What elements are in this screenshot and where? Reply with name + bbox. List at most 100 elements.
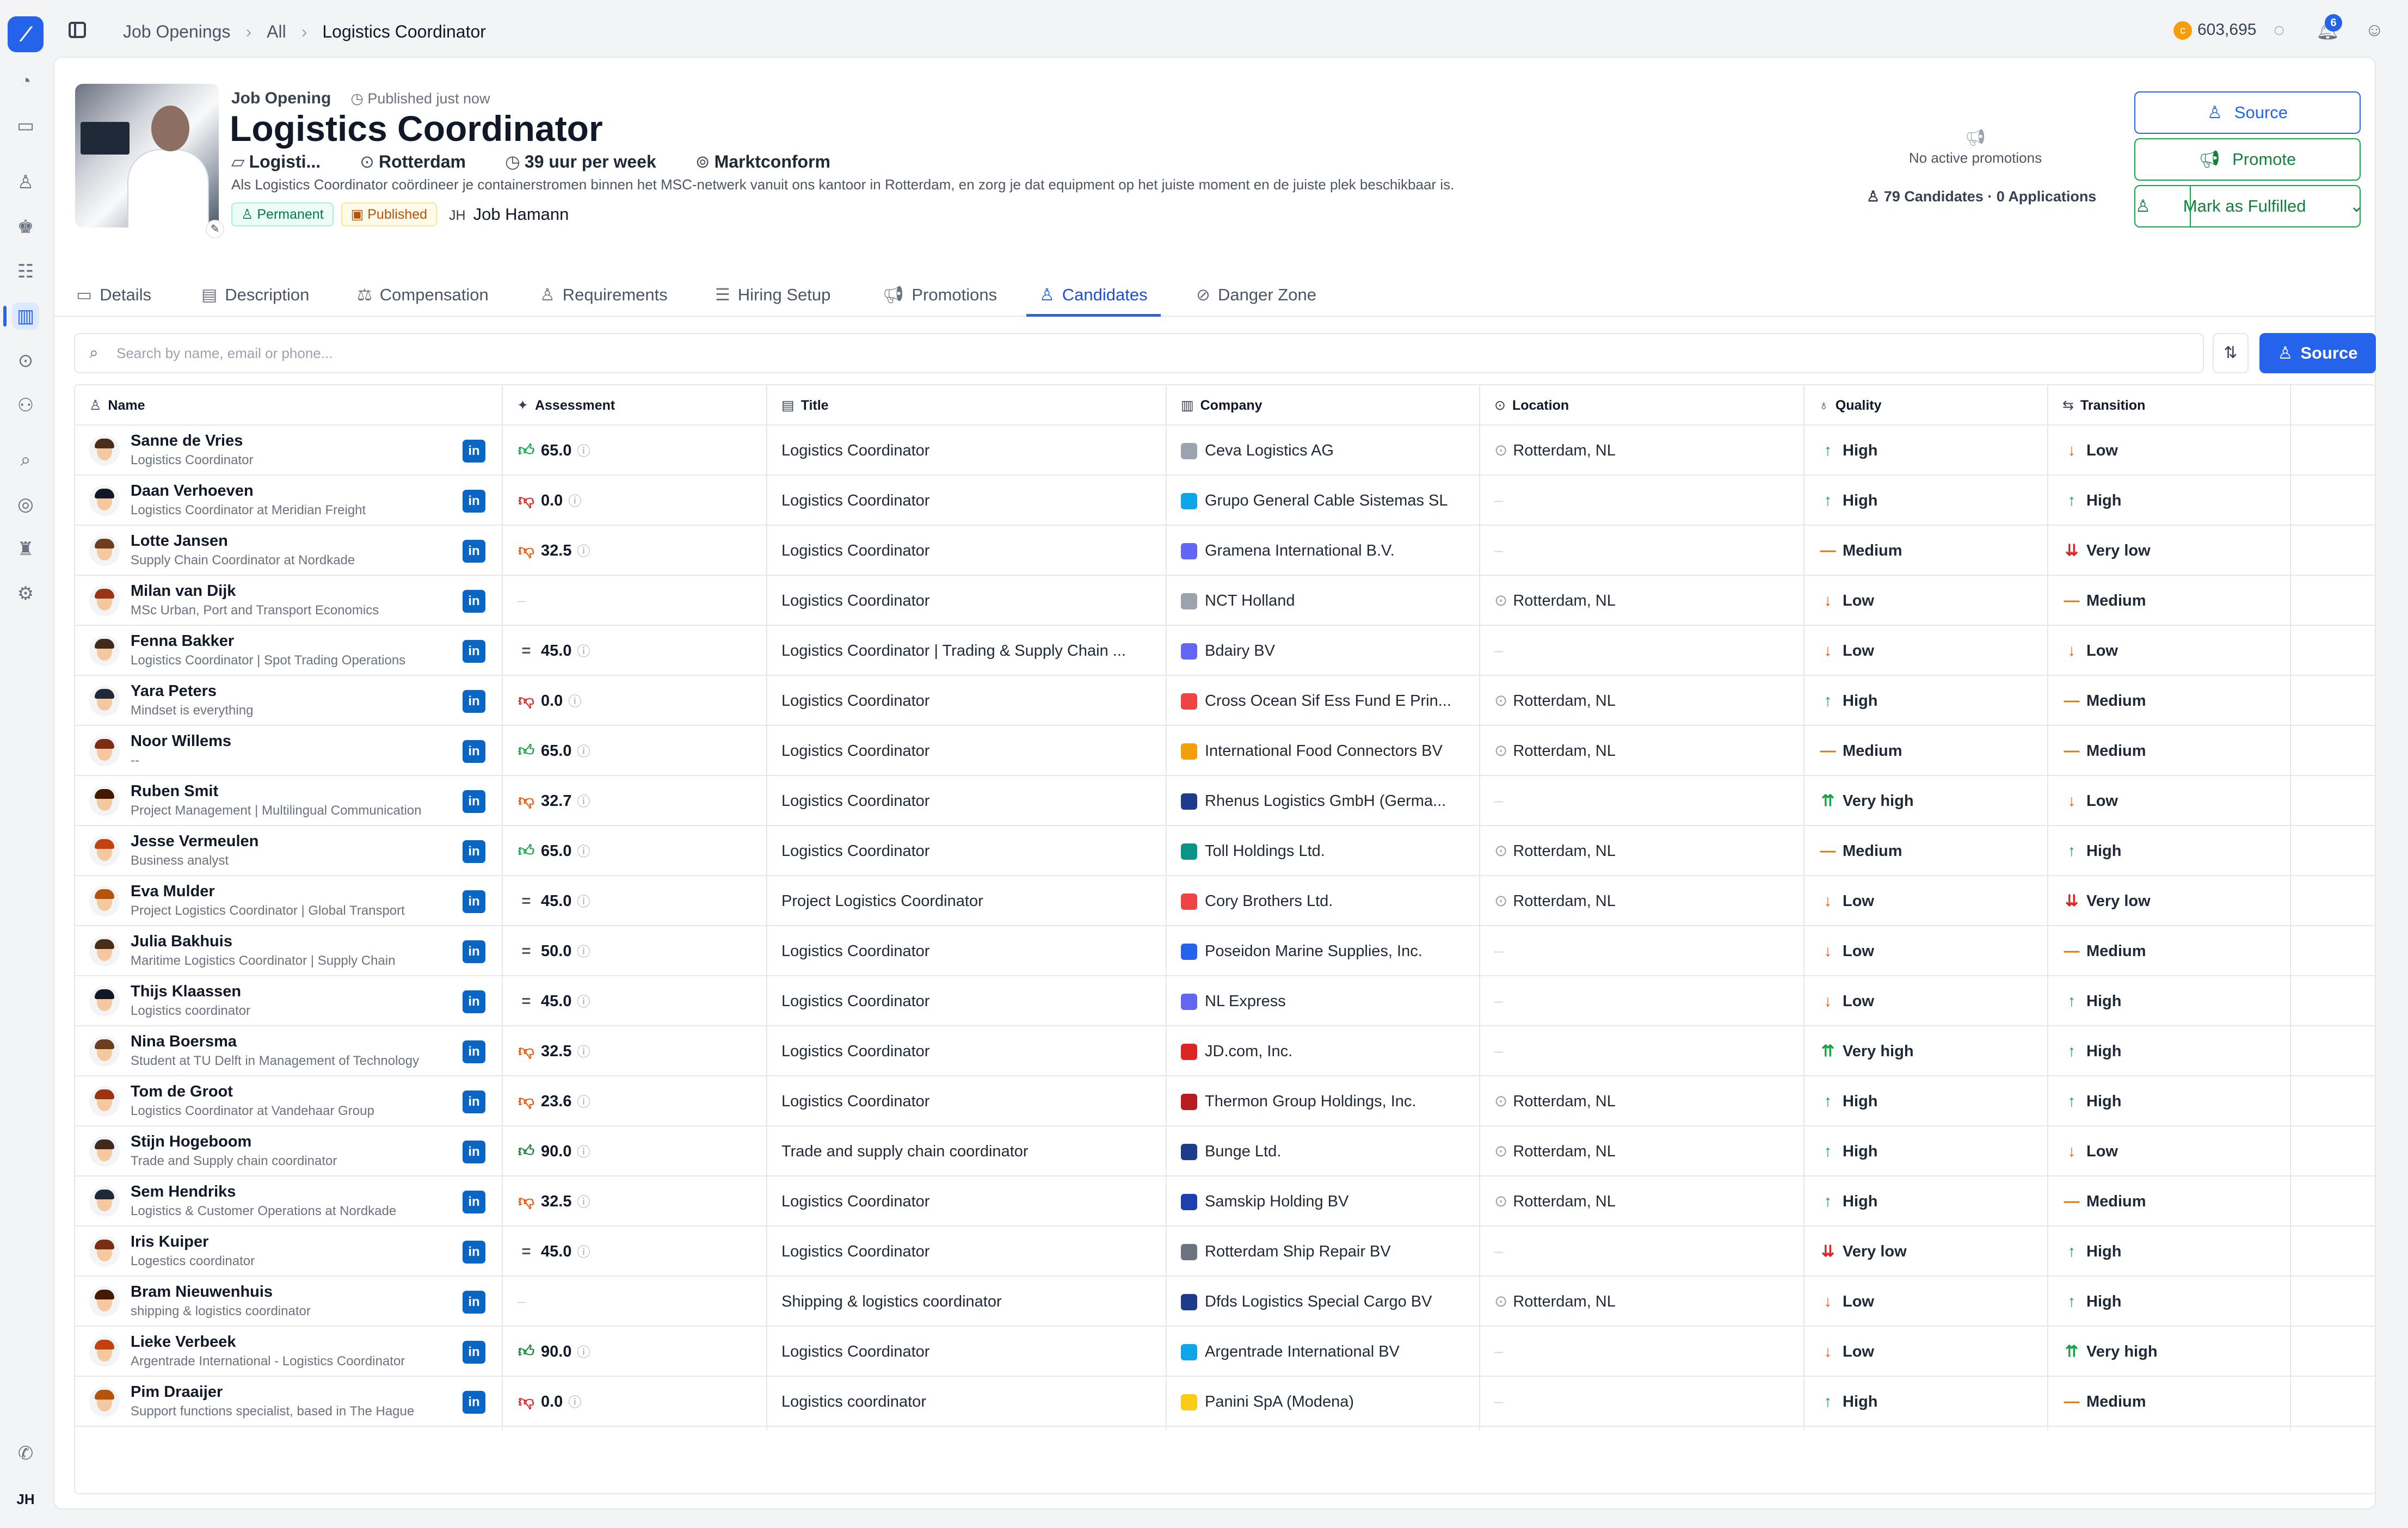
sidebar-toggle-icon[interactable] bbox=[69, 22, 86, 38]
tab-hiring-setup[interactable]: ☰ Hiring Setup bbox=[715, 273, 830, 317]
company-cell[interactable]: Thermon Group Holdings, Inc. bbox=[1181, 1076, 1475, 1126]
dashboard-icon[interactable]: ◔ bbox=[12, 67, 39, 95]
breadcrumb-job-openings[interactable]: Job Openings bbox=[123, 22, 230, 41]
promote-button[interactable]: 📢︎ Promote bbox=[2134, 138, 2361, 181]
linkedin-icon[interactable]: in bbox=[463, 890, 485, 913]
table-row[interactable]: Lieke Verbeek Argentrade International - … bbox=[75, 1327, 2375, 1377]
contacts-icon[interactable]: ☷ bbox=[12, 258, 39, 285]
name-cell[interactable]: Tom de Groot Logistics Coordinator at Van… bbox=[75, 1076, 502, 1126]
linkedin-icon[interactable]: in bbox=[463, 1040, 485, 1063]
assessment-cell[interactable]: 👎︎ 32.5 ⓘ bbox=[517, 526, 756, 576]
search-input[interactable]: ⌕ Search by name, email or phone... bbox=[74, 333, 2204, 373]
name-cell[interactable]: Sanne de Vries Logistics Coordinator in bbox=[75, 426, 502, 476]
job-owner[interactable]: JH Job Hamann bbox=[445, 205, 569, 224]
assessment-cell[interactable]: – bbox=[517, 576, 756, 626]
phone-icon[interactable]: ✆ bbox=[12, 1440, 39, 1467]
table-row[interactable]: Yara Peters Mindset is everything in 👎︎ 0.0 ⓘ… bbox=[75, 676, 2375, 726]
info-icon[interactable]: ⓘ bbox=[577, 1195, 590, 1210]
table-row[interactable]: Pim Draaijer Support functions specialist… bbox=[75, 1377, 2375, 1427]
candidate-name[interactable]: Sanne de Vries bbox=[131, 432, 243, 450]
header-assessment[interactable]: ✦ Assessment bbox=[503, 385, 615, 426]
table-row[interactable]: Fenna Bakker Logistics Coordinator | Spot… bbox=[75, 626, 2375, 676]
candidate-name[interactable]: Yara Peters bbox=[131, 682, 217, 700]
assessment-cell[interactable]: 👎︎ 0.0 ⓘ bbox=[517, 1377, 756, 1427]
table-row[interactable]: Jesse Vermeulen Business analyst in 👍︎ 65.0 ⓘ… bbox=[75, 826, 2375, 876]
candidate-name[interactable]: Sem Hendriks bbox=[131, 1183, 236, 1201]
table-row[interactable]: Bram Nieuwenhuis shipping & logistics coo… bbox=[75, 1277, 2375, 1327]
info-icon[interactable]: ⓘ bbox=[577, 744, 590, 759]
name-cell[interactable]: Lotte Jansen Supply Chain Coordinator at … bbox=[75, 526, 502, 576]
company-cell[interactable]: Poseidon Marine Supplies, Inc. bbox=[1181, 926, 1475, 976]
linkedin-icon[interactable]: in bbox=[463, 840, 485, 863]
company-cell[interactable]: Dfds Logistics Special Cargo BV bbox=[1181, 1277, 1475, 1327]
info-icon[interactable]: ⓘ bbox=[577, 1345, 590, 1360]
linkedin-icon[interactable]: in bbox=[463, 740, 485, 763]
assessment-cell[interactable]: = 45.0 ⓘ bbox=[517, 626, 756, 676]
table-row[interactable]: Iris Kuiper Logestics coordinator in = 45.0 ⓘ… bbox=[75, 1227, 2375, 1277]
candidate-name[interactable]: Milan van Dijk bbox=[131, 582, 236, 600]
candidate-name[interactable]: Ruben Smit bbox=[131, 783, 218, 800]
company-cell[interactable]: Panini SpA (Modena) bbox=[1181, 1377, 1475, 1427]
candidate-name[interactable]: Julia Bakhuis bbox=[131, 933, 232, 951]
name-cell[interactable]: Iris Kuiper Logestics coordinator in bbox=[75, 1227, 502, 1277]
name-cell[interactable]: Julia Bakhuis Maritime Logistics Coordina… bbox=[75, 926, 502, 976]
assessment-cell[interactable]: 👍︎ 90.0 ⓘ bbox=[517, 1126, 756, 1176]
linkedin-icon[interactable]: in bbox=[463, 1141, 485, 1163]
candidate-name[interactable]: Jesse Vermeulen bbox=[131, 833, 258, 851]
company-cell[interactable]: Grupo General Cable Sistemas SL bbox=[1181, 476, 1475, 526]
chevron-down-icon[interactable]: ⌄ bbox=[2349, 196, 2363, 215]
assessment-cell[interactable]: = 45.0 ⓘ bbox=[517, 876, 756, 926]
company-cell[interactable]: Cross Ocean Sif Ess Fund E Prin... bbox=[1181, 676, 1475, 726]
table-row[interactable]: Lotte Jansen Supply Chain Coordinator at … bbox=[75, 526, 2375, 576]
company-cell[interactable]: Samskip Holding BV bbox=[1181, 1176, 1475, 1227]
table-row[interactable]: Thijs Klaassen Logistics coordinator in = 45… bbox=[75, 976, 2375, 1026]
location-icon[interactable]: ⊙ bbox=[12, 347, 39, 374]
breadcrumb-all[interactable]: All bbox=[267, 22, 286, 41]
tab-compensation[interactable]: ⚖ Compensation bbox=[357, 273, 489, 317]
company-cell[interactable]: NCT Holland bbox=[1181, 576, 1475, 626]
candidate-name[interactable]: Nina Boersma bbox=[131, 1033, 237, 1051]
info-icon[interactable]: ⓘ bbox=[568, 1395, 581, 1410]
company-cell[interactable]: JD.com, Inc. bbox=[1181, 1026, 1475, 1076]
linkedin-icon[interactable]: in bbox=[463, 440, 485, 463]
linkedin-icon[interactable]: in bbox=[463, 940, 485, 963]
name-cell[interactable]: Jesse Vermeulen Business analyst in bbox=[75, 826, 502, 876]
linkedin-icon[interactable]: in bbox=[463, 540, 485, 563]
linkedin-icon[interactable]: in bbox=[463, 990, 485, 1013]
header-quality[interactable]: ♁ Quality bbox=[1805, 385, 1882, 426]
linkedin-icon[interactable]: in bbox=[463, 1391, 485, 1414]
info-icon[interactable]: ⓘ bbox=[577, 845, 590, 859]
user-settings-icon[interactable]: ♜ bbox=[12, 535, 39, 563]
candidate-name[interactable]: Iris Kuiper bbox=[131, 1233, 208, 1251]
header-company[interactable]: ▥ Company bbox=[1167, 385, 1262, 426]
jobs-icon[interactable]: ▥ bbox=[3, 303, 39, 330]
info-icon[interactable]: ⓘ bbox=[577, 1095, 590, 1110]
linkedin-icon[interactable]: in bbox=[463, 1341, 485, 1364]
tab-description[interactable]: ▤ Description bbox=[201, 273, 309, 317]
company-cell[interactable]: Bunge Ltd. bbox=[1181, 1126, 1475, 1176]
table-row[interactable]: Stijn Hogeboom Trade and Supply chain coo… bbox=[75, 1126, 2375, 1176]
tab-danger-zone[interactable]: ⊘ Danger Zone bbox=[1196, 273, 1316, 317]
people-icon[interactable]: ♚ bbox=[12, 213, 39, 241]
info-icon[interactable]: ⓘ bbox=[577, 644, 590, 659]
settings-icon[interactable]: ⚙ bbox=[12, 580, 39, 607]
info-icon[interactable]: ⓘ bbox=[568, 694, 581, 709]
source-candidates-button[interactable]: ♙ Source bbox=[2259, 333, 2376, 373]
info-icon[interactable]: ⓘ bbox=[577, 995, 590, 1009]
table-row[interactable]: Julia Bakhuis Maritime Logistics Coordina… bbox=[75, 926, 2375, 976]
company-cell[interactable]: Rotterdam Ship Repair BV bbox=[1181, 1227, 1475, 1277]
company-cell[interactable]: International Food Connectors BV bbox=[1181, 726, 1475, 776]
inbox-icon[interactable]: ▭ bbox=[12, 112, 39, 139]
name-cell[interactable]: Bram Nieuwenhuis shipping & logistics coo… bbox=[75, 1277, 502, 1327]
tab-details[interactable]: ▭ Details bbox=[76, 273, 151, 317]
target-icon[interactable]: ◎ bbox=[12, 491, 39, 518]
assessment-cell[interactable]: 👍︎ 65.0 ⓘ bbox=[517, 826, 756, 876]
linkedin-icon[interactable]: in bbox=[463, 1291, 485, 1314]
candidate-name[interactable]: Lotte Jansen bbox=[131, 532, 228, 550]
tab-promotions[interactable]: 📢︎ Promotions bbox=[883, 273, 997, 317]
name-cell[interactable]: Thijs Klaassen Logistics coordinator in bbox=[75, 976, 502, 1026]
header-location[interactable]: ⊙ Location bbox=[1480, 385, 1569, 426]
table-row[interactable]: Eva Mulder Project Logistics Coordinator … bbox=[75, 876, 2375, 926]
table-row[interactable]: Milan van Dijk MSc Urban, Port and Transp… bbox=[75, 576, 2375, 626]
company-cell[interactable]: Gramena International B.V. bbox=[1181, 526, 1475, 576]
